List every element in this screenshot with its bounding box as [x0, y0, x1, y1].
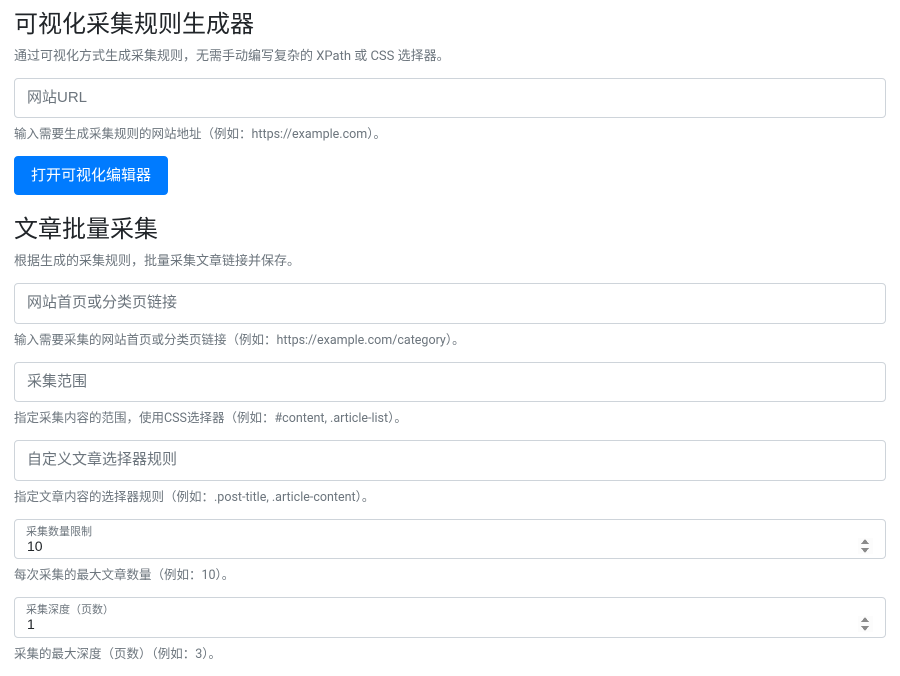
homepage-link-input[interactable]: [14, 283, 886, 324]
article-selector-help: 指定文章内容的选择器规则（例如：.post-title, .article-co…: [14, 486, 886, 505]
collect-depth-input[interactable]: [14, 597, 886, 638]
visual-rule-generator-title: 可视化采集规则生成器: [14, 10, 886, 39]
collect-depth-help: 采集的最大深度（页数）（例如：3）。: [14, 643, 886, 662]
batch-collect-desc: 根据生成的采集规则，批量采集文章链接并保存。: [14, 250, 886, 269]
collect-limit-help: 每次采集的最大文章数量（例如：10）。: [14, 564, 886, 583]
collect-scope-help: 指定采集内容的范围，使用CSS选择器（例如：#content, .article…: [14, 407, 886, 426]
collect-limit-input[interactable]: [14, 519, 886, 560]
open-visual-editor-button[interactable]: 打开可视化编辑器: [14, 156, 168, 195]
visual-rule-generator-desc: 通过可视化方式生成采集规则，无需手动编写复杂的 XPath 或 CSS 选择器。: [14, 45, 886, 64]
batch-collect-title: 文章批量采集: [14, 215, 886, 244]
article-selector-input[interactable]: [14, 440, 886, 481]
website-url-input[interactable]: [14, 78, 886, 119]
collect-scope-input[interactable]: [14, 362, 886, 403]
homepage-link-help: 输入需要采集的网站首页或分类页链接（例如：https://example.com…: [14, 329, 886, 348]
website-url-help: 输入需要生成采集规则的网站地址（例如：https://example.com）。: [14, 123, 886, 142]
